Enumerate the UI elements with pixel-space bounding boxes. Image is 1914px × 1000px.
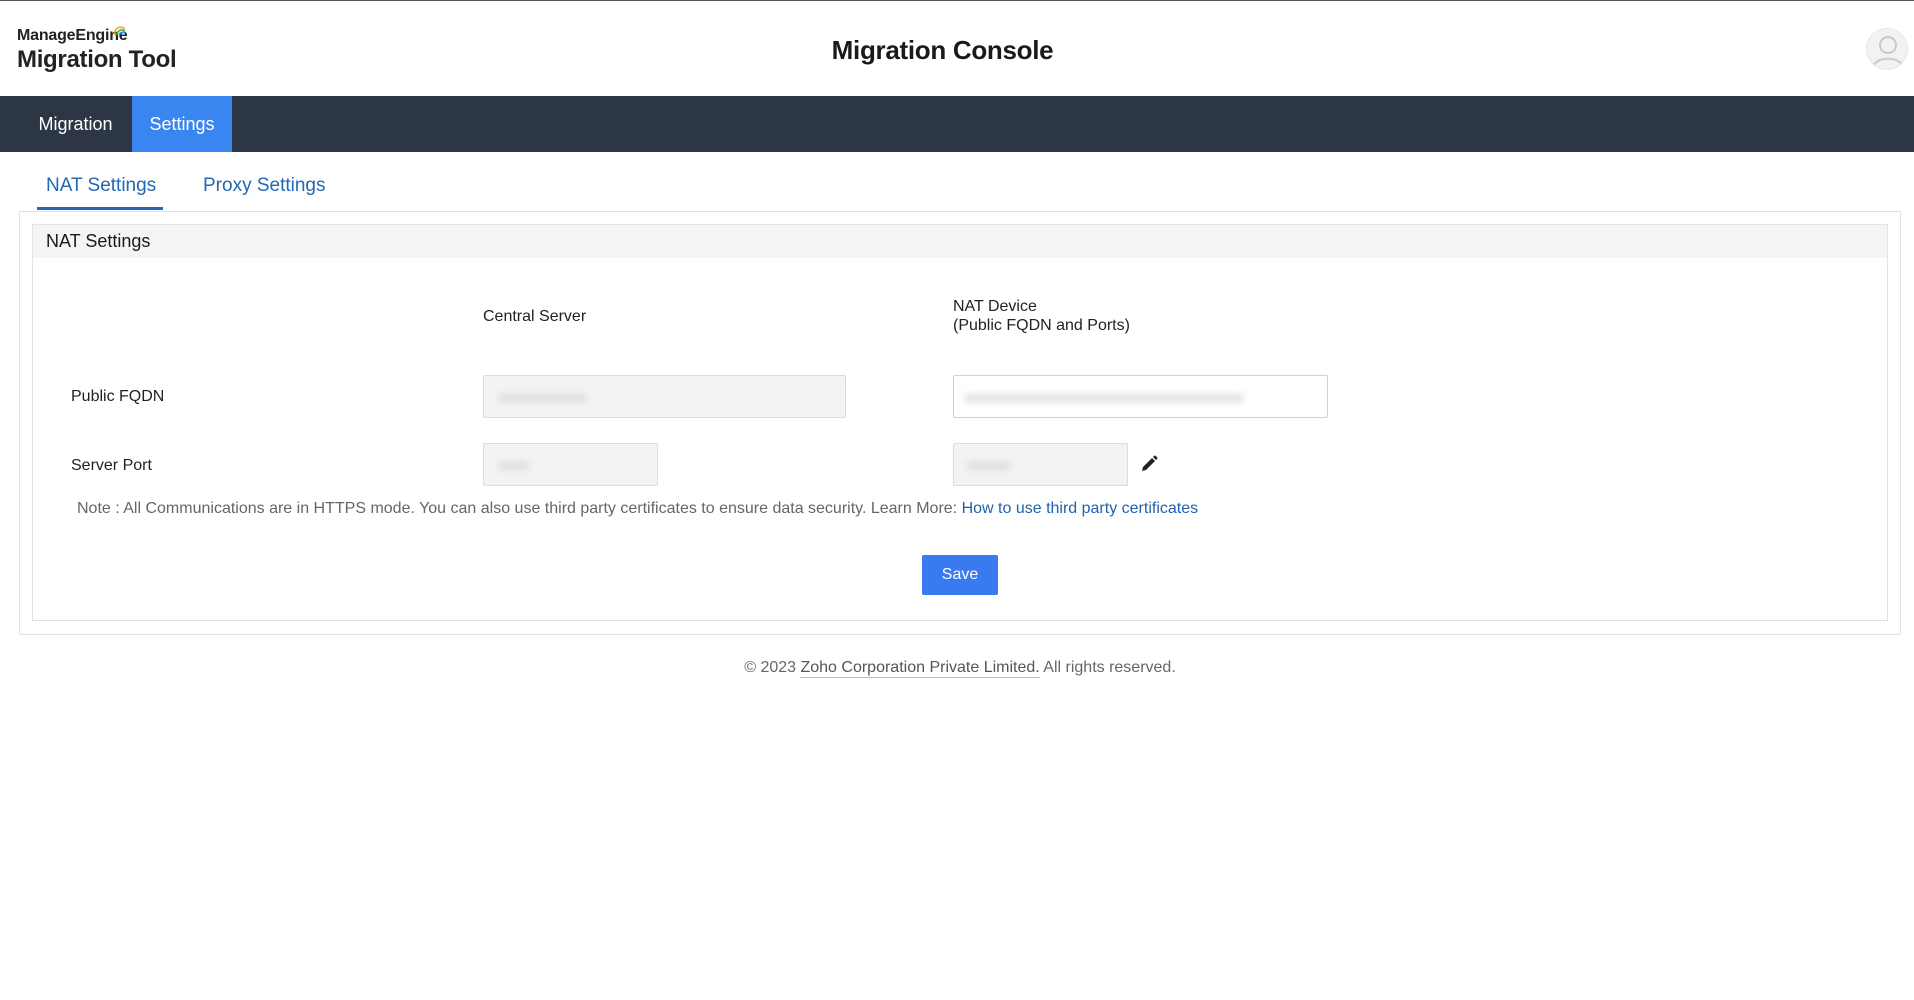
redacted-value [964,393,1244,403]
nat-device-header-line1: NAT Device [953,298,1037,315]
tab-nat-settings[interactable]: NAT Settings [46,175,156,197]
https-note: Note : All Communications are in HTTPS m… [77,500,1198,518]
third-party-certificates-link[interactable]: How to use third party certificates [962,500,1199,517]
central-server-header: Central Server [483,308,587,325]
app-header: ManageEngine Migration Tool Migration Co… [0,0,1914,96]
pencil-edit-icon[interactable] [1139,454,1159,474]
main-nav: Migration Settings [0,96,1914,152]
tab-proxy-settings[interactable]: Proxy Settings [203,175,326,197]
central-port-field [483,443,658,486]
redacted-value [966,461,1011,471]
active-tab-indicator [37,207,163,210]
company-link[interactable]: Zoho Corporation Private Limited. [800,659,1040,678]
copyright-text: © 2023 [744,659,797,676]
redacted-value [498,461,530,471]
footer: © 2023 Zoho Corporation Private Limited.… [0,659,1914,678]
nat-device-header-line2: (Public FQDN and Ports) [953,317,1130,334]
nat-device-header: NAT Device (Public FQDN and Ports) [953,297,1130,335]
section-title: NAT Settings [33,225,1887,258]
nav-item-settings[interactable]: Settings [132,96,232,152]
nat-port-field [953,443,1128,486]
server-port-label: Server Port [71,457,152,474]
user-avatar-icon[interactable] [1866,28,1908,70]
redacted-value [498,393,588,403]
central-fqdn-field [483,375,846,418]
save-button[interactable]: Save [922,555,998,595]
nav-item-migration[interactable]: Migration [19,96,132,152]
rights-text: All rights reserved. [1043,659,1176,676]
nat-fqdn-input[interactable] [953,375,1328,418]
public-fqdn-label: Public FQDN [71,388,165,405]
note-text: Note : All Communications are in HTTPS m… [77,500,958,517]
page-title: Migration Console [831,35,1054,65]
